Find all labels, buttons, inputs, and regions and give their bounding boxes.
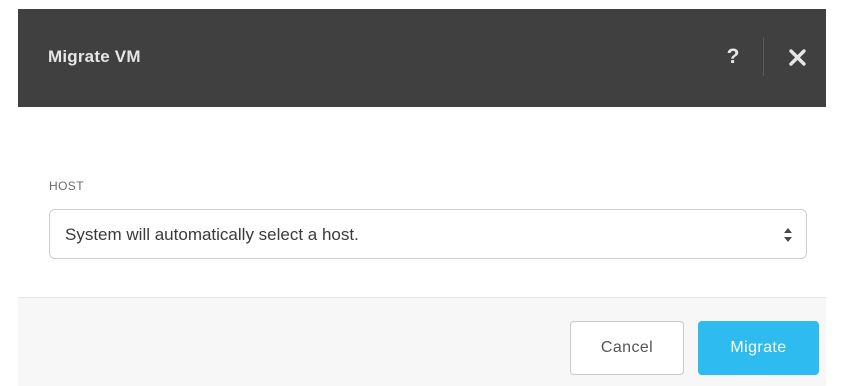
host-label: HOST [49, 179, 84, 193]
dialog-title: Migrate VM [48, 47, 141, 66]
migrate-button[interactable]: Migrate [698, 321, 819, 375]
sort-arrows-icon [784, 228, 792, 242]
header-divider [763, 38, 764, 76]
help-button[interactable]: ? [716, 37, 750, 77]
dialog-footer: Cancel Migrate [18, 297, 826, 386]
host-select-value: System will automatically select a host. [65, 225, 359, 244]
question-mark-icon: ? [726, 45, 740, 68]
dialog-header: Migrate VM ? [18, 9, 826, 107]
migrate-vm-dialog: Migrate VM ? HOST System will automatica… [18, 9, 826, 386]
host-select[interactable]: System will automatically select a host. [49, 209, 807, 259]
cancel-button[interactable]: Cancel [570, 321, 684, 375]
close-icon [788, 48, 806, 66]
dialog-body: HOST System will automatically select a … [18, 107, 826, 297]
close-button[interactable] [781, 39, 813, 75]
